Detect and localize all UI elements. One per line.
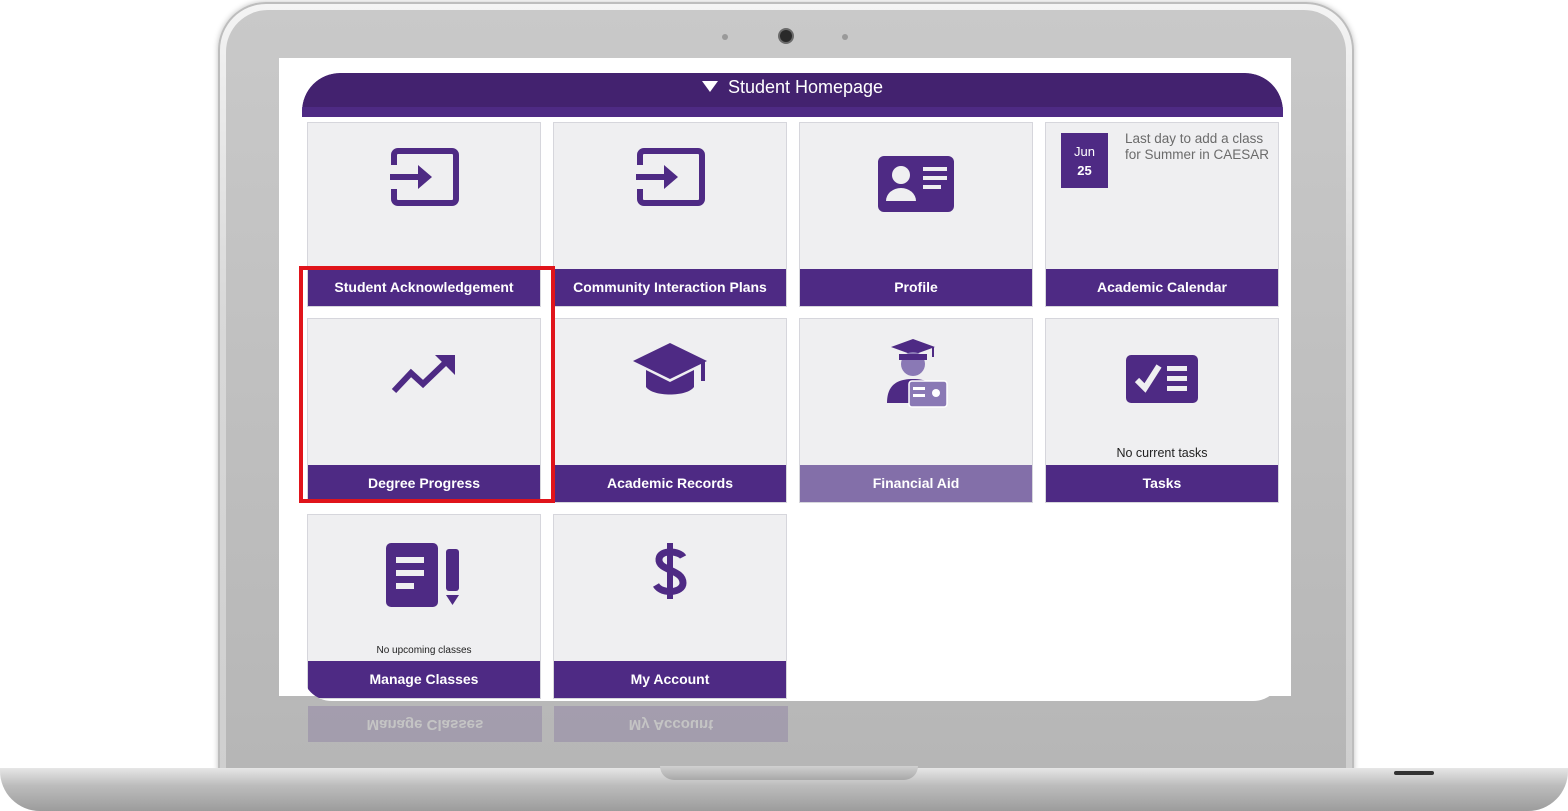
graduate-student-icon bbox=[887, 339, 948, 408]
page-title: Student Homepage bbox=[727, 77, 884, 97]
tile-label: Tasks bbox=[1046, 465, 1278, 502]
homepage-header[interactable]: Student Homepage bbox=[302, 73, 1283, 117]
tile-profile[interactable]: Profile bbox=[799, 122, 1033, 307]
event-description[interactable]: Last day to add a class for Summer in CA… bbox=[1125, 131, 1270, 163]
tile-manage-classes[interactable]: No upcoming classes Manage Classes bbox=[307, 514, 541, 699]
student-homepage-panel: Student Homepage Student Acknowledgement… bbox=[302, 73, 1283, 701]
tile-student-acknowledgement[interactable]: Student Acknowledgement bbox=[307, 122, 541, 307]
laptop-hinge bbox=[660, 766, 918, 780]
event-month: Jun bbox=[1074, 144, 1095, 159]
tile-label: Academic Calendar bbox=[1046, 269, 1278, 306]
sign-in-icon bbox=[390, 148, 459, 206]
classes-status: No upcoming classes bbox=[376, 645, 472, 656]
tile-community-interaction-plans[interactable]: Community Interaction Plans bbox=[553, 122, 787, 307]
dollar-icon bbox=[653, 543, 687, 599]
screen-reflection: Manage Classes My Account bbox=[303, 702, 1283, 768]
tile-label: Financial Aid bbox=[800, 465, 1032, 502]
tile-label: My Account bbox=[554, 661, 786, 698]
laptop-slot bbox=[1394, 771, 1434, 775]
tile-label: Manage Classes bbox=[308, 661, 540, 698]
event-date-badge: Jun 25 bbox=[1061, 133, 1108, 188]
tile-tasks[interactable]: No current tasks Tasks bbox=[1045, 318, 1279, 503]
checklist-icon bbox=[1126, 355, 1198, 403]
tile-my-account[interactable]: My Account bbox=[553, 514, 787, 699]
tile-label: Student Acknowledgement bbox=[308, 269, 540, 306]
notepad-pencil-icon bbox=[386, 543, 459, 607]
tile-label: Profile bbox=[800, 269, 1032, 306]
tile-degree-progress[interactable]: Degree Progress bbox=[307, 318, 541, 503]
tile-label: Academic Records bbox=[554, 465, 786, 502]
tile-label: Degree Progress bbox=[308, 465, 540, 502]
tile-academic-records[interactable]: Academic Records bbox=[553, 318, 787, 503]
tile-label: Community Interaction Plans bbox=[554, 269, 786, 306]
webcam bbox=[780, 30, 792, 42]
caret-down-icon[interactable] bbox=[701, 81, 718, 92]
trending-up-icon bbox=[391, 355, 455, 394]
tile-financial-aid[interactable]: Financial Aid bbox=[799, 318, 1033, 503]
sensor-dot bbox=[842, 34, 848, 40]
header-band bbox=[302, 107, 1283, 117]
sign-in-icon bbox=[636, 148, 705, 206]
id-card-icon bbox=[878, 156, 954, 212]
tile-academic-calendar[interactable]: Jun 25 Last day to add a class for Summe… bbox=[1045, 122, 1279, 307]
tasks-status: No current tasks bbox=[1116, 446, 1208, 460]
event-day: 25 bbox=[1077, 163, 1092, 178]
graduation-cap-icon bbox=[633, 343, 707, 395]
sensor-dot bbox=[722, 34, 728, 40]
